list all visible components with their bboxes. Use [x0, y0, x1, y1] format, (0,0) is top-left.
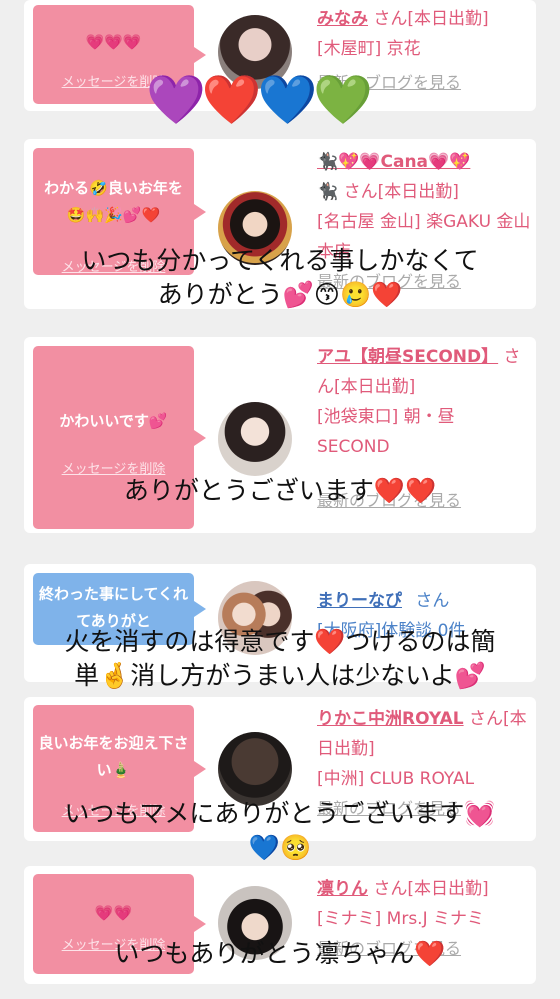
avatar[interactable]: [218, 732, 292, 806]
caption-overlay-1: いつも分かってくれる事しかなくて ありがとう💕😙🥲❤️: [81, 246, 479, 309]
profile-name-link[interactable]: 🐈‍⬛💖💗Cana💗💖: [317, 152, 470, 172]
profile-name-link[interactable]: アユ【朝昼SECOND】: [317, 347, 498, 367]
caption-overlay-5: いつもありがとう凛ちゃん❤️: [114, 939, 446, 968]
caption-overlay-2: ありがとうございます❤️❤️: [123, 476, 437, 505]
status-text: さん: [415, 591, 450, 611]
shop-text: [中洲] CLUB ROYAL: [317, 769, 475, 789]
message-text: 💗💗💗: [85, 33, 142, 51]
status-text: 🐈‍⬛ さん[本日出勤]: [317, 182, 459, 202]
status-text: さん[本日出勤]: [373, 879, 489, 899]
profile-name-link[interactable]: 凛りん: [317, 879, 368, 899]
message-text: 💗💗: [94, 904, 133, 922]
avatar[interactable]: [218, 402, 292, 476]
message-text: 良いお年をお迎え下さい🎍: [38, 734, 189, 779]
profile-name-link[interactable]: りかこ中洲ROYAL: [317, 709, 464, 729]
heart-emoji-sticker: 💜❤️💙💚: [146, 72, 373, 128]
status-text: さん[本日出勤]: [373, 9, 489, 29]
message-text: わかる🤣良いお年を🤩🙌🎉💕❤️: [44, 179, 183, 224]
profile-name-link[interactable]: まりーなぴ: [317, 591, 402, 611]
shop-text: [木屋町] 京花: [317, 39, 421, 59]
caption-overlay-4: いつもマメにありがとうございます💓 💙🥺: [64, 799, 496, 862]
caption-overlay-3: 火を消すのは得意です❤️つけるのは簡 単🤞消し方がうまい人は少ないよ💕: [64, 627, 496, 690]
shop-text: [池袋東口] 朝・昼 SECOND: [317, 407, 455, 457]
shop-text: [ミナミ] Mrs.J ミナミ: [317, 909, 485, 929]
profile-info: アユ【朝昼SECOND】 さん[本日出勤] [池袋東口] 朝・昼 SECOND …: [317, 342, 532, 510]
message-text: かわいいです💕: [59, 412, 168, 430]
profile-name-link[interactable]: みなみ: [317, 9, 368, 29]
